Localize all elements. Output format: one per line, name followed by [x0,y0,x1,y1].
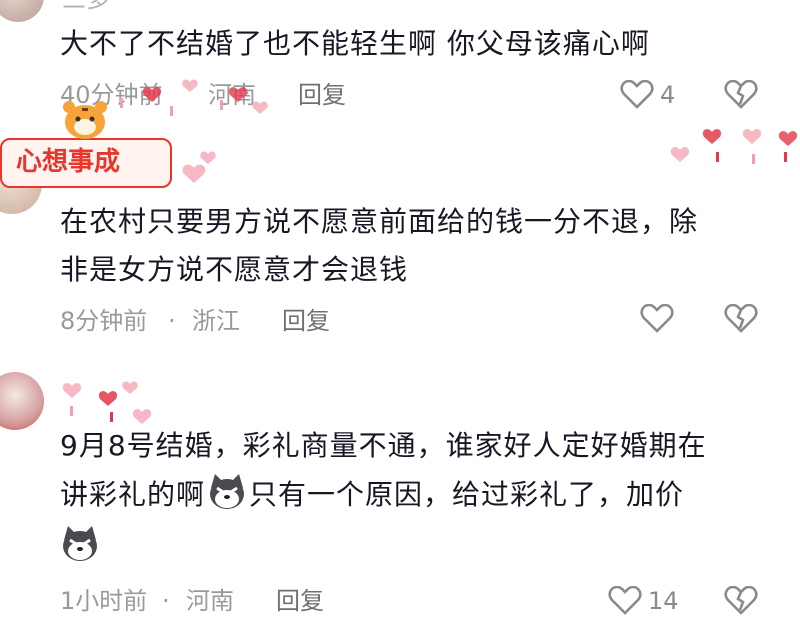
meta-separator: · [162,587,170,615]
comment-text-segment: 只有一个原因，给过彩礼了，加价 [249,478,685,511]
comment-location: 浙江 [192,307,240,335]
like-count: 14 [648,587,679,615]
broken-heart-icon[interactable] [724,80,758,110]
comment-time: 1小时前 [60,587,148,615]
comment-text: 大不了不结婚了也不能轻生啊 你父母该痛心啊 [60,27,650,60]
comment-3: 9月8号结婚，彩礼商量不通，谁家好人定好婚期在 讲彩礼的啊 只有一个原因，给过彩… [0,350,800,617]
username[interactable]: 三多 [62,0,110,14]
reply-button[interactable]: 回复 [276,586,324,616]
reply-button[interactable]: 回复 [298,80,346,110]
floating-hearts-decoration [62,381,152,424]
badge-text: 心想事成 [16,147,121,177]
floating-hearts-decoration [670,129,798,164]
heart-outline-icon[interactable] [640,304,674,334]
reply-button[interactable]: 回复 [282,306,330,336]
husky-emoji-icon [210,474,245,509]
like-count: 4 [660,81,676,109]
husky-emoji-icon [63,526,97,561]
comment-location: 河南 [186,587,234,615]
comment-text-line-2: 非是女方说不愿意才会退钱 [60,253,409,286]
broken-heart-icon[interactable] [724,304,758,334]
broken-heart-icon[interactable] [724,586,758,616]
meta-separator: · [168,307,176,335]
comment-1: 三多 大不了不结婚了也不能轻生啊 你父母该痛心啊 40分钟前 河南 回复 4 [0,0,800,120]
avatar[interactable] [0,0,44,22]
comment-location: 河南 [208,81,256,109]
like-button[interactable]: 4 [620,78,700,112]
like-button[interactable]: 14 [608,584,704,618]
tiger-icon [63,101,107,139]
heart-outline-icon [620,80,654,109]
comment-text-line-2: 讲彩礼的啊 只有一个原因，给过彩礼了，加价 [60,472,684,517]
avatar-badge: 心想事成 [0,138,172,188]
comment-text-line-1: 在农村只要男方说不愿意前面给的钱一分不退，除 [60,205,699,238]
comment-time: 8分钟前 [60,307,148,335]
heart-outline-icon [608,586,642,615]
comment-2: 心想事成 在农村只要男方说不愿意前面给的钱一分不退，除 非是女方说不愿意才会退钱… [0,101,800,350]
comment-text-segment: 讲彩礼的啊 [60,478,206,511]
floating-hearts-decoration [182,151,216,183]
comment-text-line-1: 9月8号结婚，彩礼商量不通，谁家好人定好婚期在 [60,429,707,462]
avatar[interactable] [0,372,44,430]
